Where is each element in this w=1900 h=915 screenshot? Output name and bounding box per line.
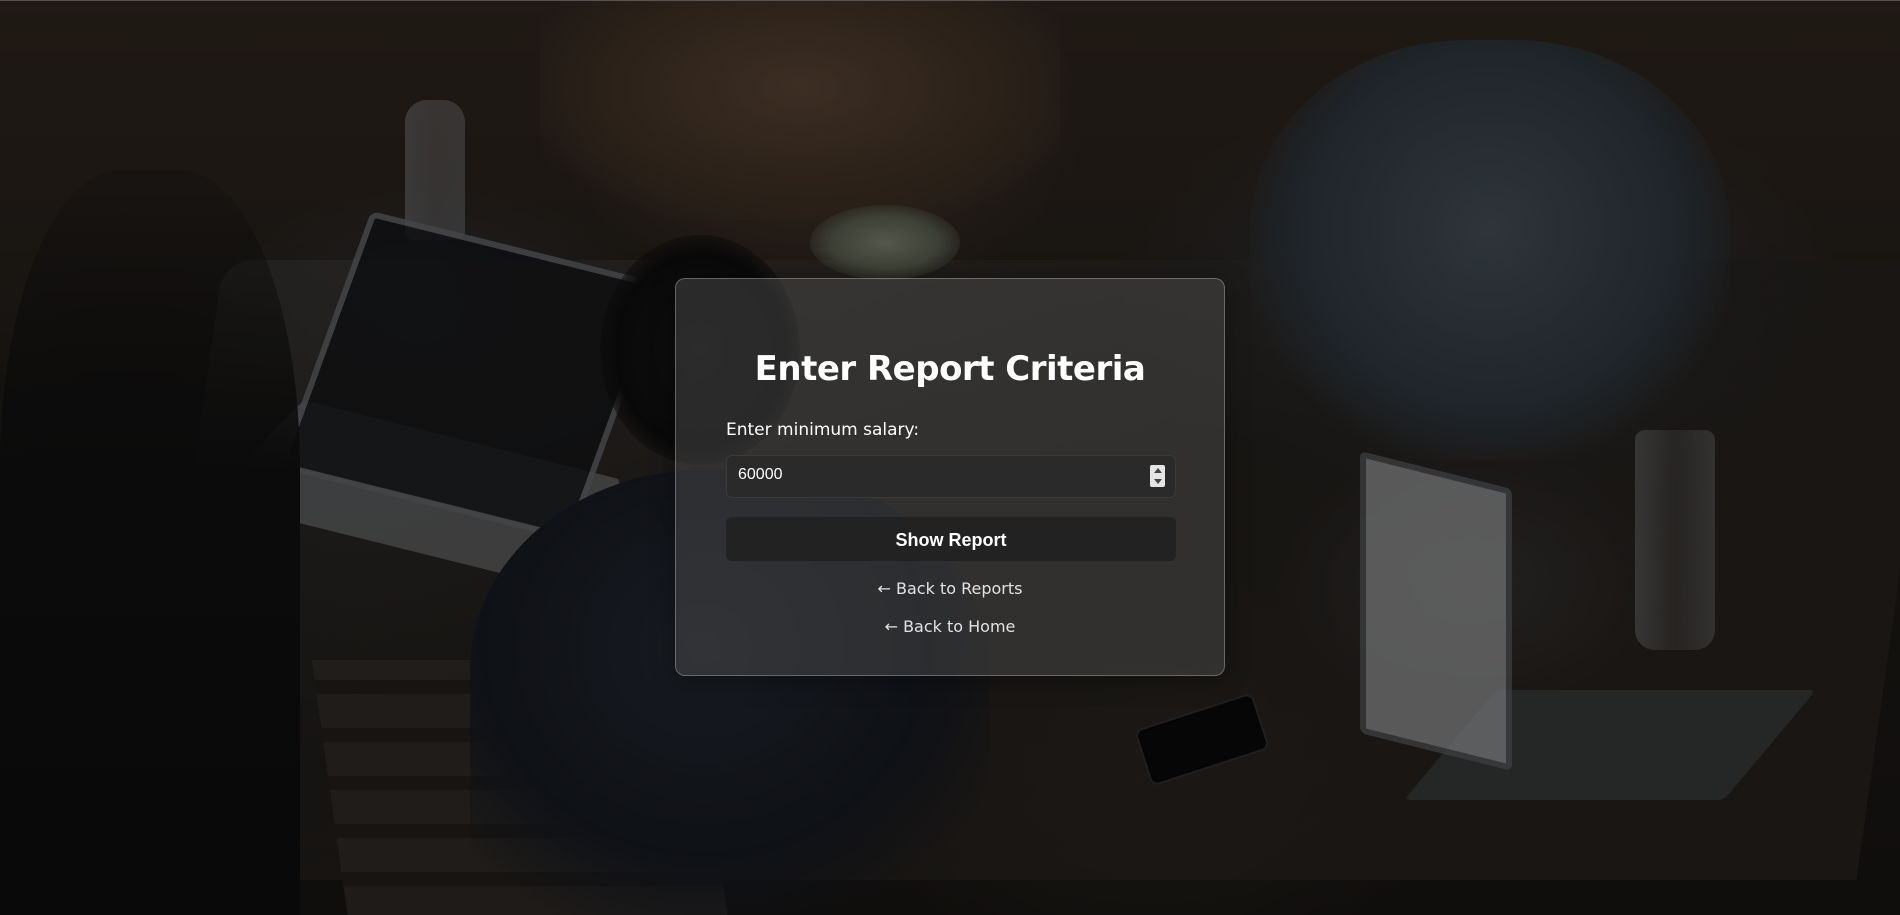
- page-title: Enter Report Criteria: [754, 349, 1146, 389]
- spin-down-icon[interactable]: [1153, 479, 1162, 484]
- number-spinner-icon[interactable]: [1150, 465, 1165, 487]
- back-to-reports-link[interactable]: ← Back to Reports: [676, 579, 1224, 598]
- back-to-home-link[interactable]: ← Back to Home: [676, 617, 1224, 636]
- salary-input[interactable]: 60000: [726, 455, 1176, 498]
- salary-input-value[interactable]: 60000: [738, 466, 783, 484]
- spin-up-icon[interactable]: [1153, 468, 1162, 473]
- top-border: [0, 0, 1900, 1]
- page: Enter Report Criteria Enter minimum sala…: [0, 0, 1900, 915]
- salary-label: Enter minimum salary:: [726, 420, 920, 440]
- report-criteria-form: Enter Report Criteria Enter minimum sala…: [675, 278, 1225, 676]
- show-report-button[interactable]: Show Report: [726, 517, 1176, 561]
